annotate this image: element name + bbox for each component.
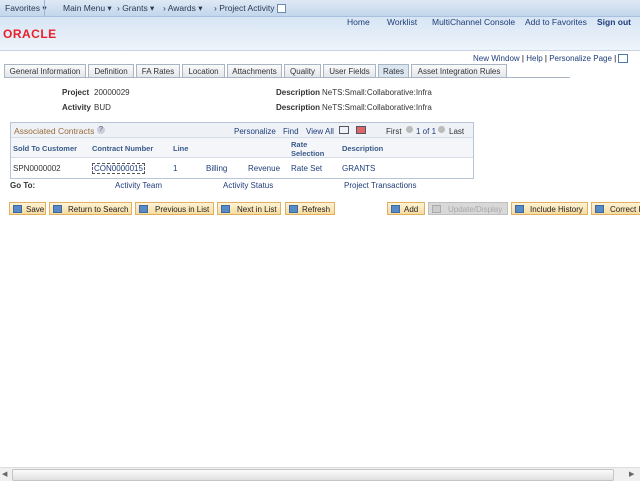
description-label: Description	[276, 88, 321, 97]
breadcrumb-awards[interactable]: › Awards ▾	[163, 3, 203, 14]
new-window-link[interactable]: New Window	[473, 54, 520, 63]
multichannel-console-link[interactable]: MultiChannel Console	[432, 17, 515, 27]
sign-out-link[interactable]: Sign out	[597, 17, 631, 27]
correct-history-button[interactable]: Correct History	[591, 202, 640, 215]
sold-to-customer: SPN0000002	[13, 164, 61, 173]
next-in-list-button[interactable]: Next in List	[217, 202, 281, 215]
associated-contracts-grid: Associated Contracts ? Personalize Find …	[10, 122, 474, 179]
worklist-link[interactable]: Worklist	[387, 17, 417, 27]
divider	[0, 50, 640, 51]
refresh-button[interactable]: Refresh	[285, 202, 335, 215]
col-rate-selection: Rate Selection	[291, 140, 325, 158]
search-icon[interactable]	[277, 4, 286, 13]
add-button[interactable]: Add	[387, 202, 425, 215]
goto-label: Go To:	[10, 181, 36, 190]
layout-icon[interactable]	[618, 54, 629, 64]
rate-set-link[interactable]: Rate Set	[291, 164, 322, 173]
oracle-logo: ORACLE	[3, 27, 57, 41]
tab-fa-rates[interactable]: FA Rates	[136, 64, 180, 78]
find-link[interactable]: Find	[283, 127, 299, 136]
activity-status-link[interactable]: Activity Status	[223, 181, 273, 190]
previous-in-list-button[interactable]: Previous in List	[135, 202, 214, 215]
main-menu[interactable]: Main Menu ▾	[63, 3, 112, 14]
project-transactions-link[interactable]: Project Transactions	[344, 181, 416, 190]
contract-number-link[interactable]: CON0000015	[92, 163, 145, 174]
revenue-link[interactable]: Revenue	[248, 164, 280, 173]
save-button[interactable]: Save	[9, 202, 46, 215]
tab-asset-integration-rules[interactable]: Asset Integration Rules	[411, 64, 507, 78]
col-contract-number: Contract Number	[92, 144, 154, 153]
help-icon[interactable]: ?	[97, 126, 105, 134]
project-label: Project	[62, 88, 90, 97]
add-icon	[391, 205, 400, 213]
col-description: Description	[342, 144, 384, 153]
previous-icon	[139, 205, 148, 213]
zoom-grid-icon[interactable]	[339, 126, 349, 134]
update-display-button: Update/Display	[428, 202, 508, 215]
next-arrow-icon[interactable]	[438, 126, 445, 133]
scrollbar-thumb[interactable]	[12, 469, 614, 481]
line-value: 1	[173, 164, 178, 173]
add-to-favorites-link[interactable]: Add to Favorites	[525, 17, 587, 27]
view-all-link[interactable]: View All	[306, 127, 334, 136]
description-value: GRANTS	[342, 164, 376, 173]
header: Home Worklist MultiChannel Console Add t…	[0, 17, 640, 50]
tab-definition[interactable]: Definition	[88, 64, 134, 78]
tab-quality[interactable]: Quality	[284, 64, 321, 78]
correct-history-icon	[595, 205, 604, 213]
activity-team-link[interactable]: Activity Team	[115, 181, 162, 190]
tab-rates[interactable]: Rates	[378, 64, 409, 78]
previous-arrow-icon[interactable]	[406, 126, 413, 133]
project-description: NeTS:Small:Collaborative:Infra	[322, 88, 432, 97]
grid-title: Associated Contracts	[14, 126, 95, 136]
tab-general-information[interactable]: General Information	[4, 64, 86, 78]
refresh-icon	[289, 205, 298, 213]
include-history-button[interactable]: Include History	[511, 202, 588, 215]
help-link[interactable]: Help	[526, 54, 542, 63]
history-icon	[515, 205, 524, 213]
home-link[interactable]: Home	[347, 17, 370, 27]
activity-value: BUD	[94, 103, 111, 112]
update-icon	[432, 205, 441, 213]
col-line: Line	[173, 144, 189, 153]
tab-location[interactable]: Location	[182, 64, 225, 78]
billing-link[interactable]: Billing	[206, 164, 227, 173]
next-icon	[221, 205, 230, 213]
scroll-right-icon[interactable]: ▶	[629, 470, 638, 479]
activity-label: Activity	[62, 103, 91, 112]
page-links: New Window | Help | Personalize Page |	[473, 54, 629, 64]
last-link[interactable]: Last	[449, 127, 464, 136]
personalize-page-link[interactable]: Personalize Page	[549, 54, 612, 63]
scroll-left-icon[interactable]: ◀	[2, 470, 11, 479]
breadcrumb-project-activity: › Project Activity	[214, 3, 275, 13]
tab-user-fields[interactable]: User Fields	[323, 64, 376, 78]
row-count: 1 of 1	[416, 127, 437, 136]
return-icon	[53, 205, 62, 213]
return-to-search-button[interactable]: Return to Search	[49, 202, 132, 215]
col-sold-to-customer: Sold To Customer	[13, 144, 78, 153]
personalize-link[interactable]: Personalize	[234, 127, 276, 136]
download-icon[interactable]	[356, 126, 366, 134]
nav-bar: Favorites ▾ Main Menu ▾ › Grants ▾ › Awa…	[0, 0, 640, 17]
save-icon	[13, 205, 22, 213]
breadcrumb-grants[interactable]: › Grants ▾	[117, 3, 154, 14]
favorites-menu[interactable]: Favorites ▾	[5, 3, 47, 14]
tab-attachments[interactable]: Attachments	[227, 64, 282, 78]
horizontal-scrollbar[interactable]: ◀ ▶	[0, 467, 640, 481]
description-label: Description	[276, 103, 321, 112]
project-value: 20000029	[94, 88, 130, 97]
activity-description: NeTS:Small:Collaborative:Infra	[322, 103, 432, 112]
first-link[interactable]: First	[386, 127, 402, 136]
